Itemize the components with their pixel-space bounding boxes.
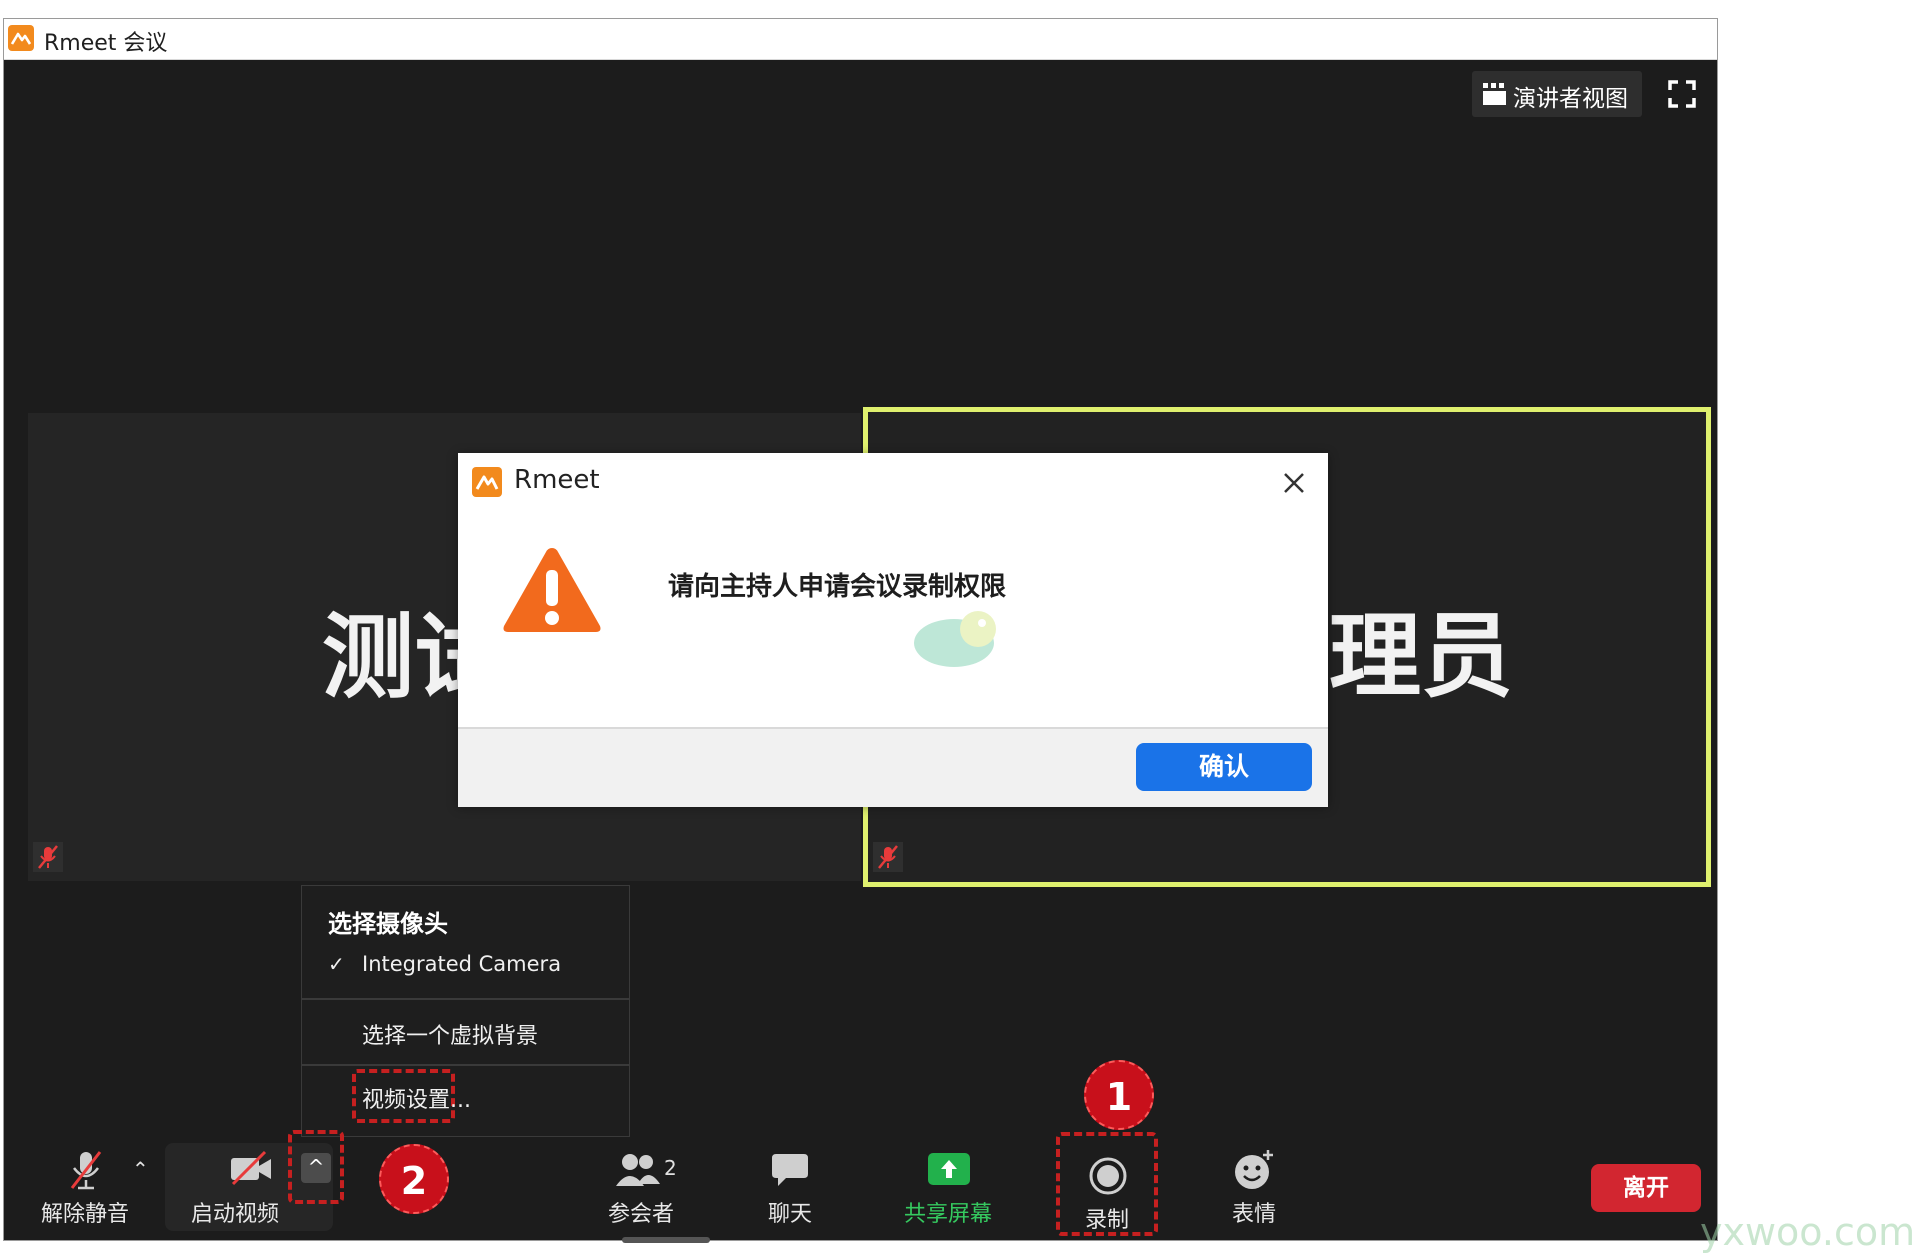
video-settings-label: 视频设置... [362,1088,471,1113]
speaker-view-button[interactable]: 演讲者视图 [1472,71,1642,117]
menu-item-integrated-camera[interactable]: Integrated Camera [362,952,561,976]
chat-label: 聊天 [767,1202,812,1227]
annotation-badge-1: 1 [1084,1060,1154,1130]
window-title: Rmeet 会议 [44,31,168,56]
muted-mic-icon [33,842,63,872]
chevron-up-icon: ^ [301,1153,331,1183]
participants-label: 参会者 [607,1202,674,1227]
record-icon [1089,1157,1127,1195]
menu-divider [302,998,629,1000]
chat-button[interactable]: 聊天 [750,1148,830,1228]
share-screen-label: 共享屏幕 [903,1202,992,1227]
grid-view-icon [1483,83,1506,105]
audio-options-caret-icon[interactable]: ⌃ [132,1157,149,1181]
muted-mic-icon [70,1151,102,1190]
toolbar-scroll-indicator [622,1237,710,1243]
reactions-label: 表情 [1231,1202,1276,1227]
video-options-caret-button[interactable]: ^ [288,1130,344,1204]
record-label: 录制 [1084,1208,1129,1233]
close-icon [1284,473,1304,493]
snail-watermark-icon [914,611,996,667]
warning-icon [503,548,601,632]
video-off-icon [231,1150,271,1186]
menu-divider [302,1064,629,1066]
annotation-badge-2: 2 [379,1144,449,1214]
confirm-button[interactable]: 确认 [1136,743,1312,791]
rmeet-logo-icon [8,25,34,51]
menu-item-virtual-background[interactable]: 选择一个虚拟背景 [362,1018,538,1050]
check-icon: ✓ [328,952,345,976]
record-permission-dialog: Rmeet 请向主持人申请会议录制权限 确认 [458,453,1328,807]
muted-mic-icon [873,842,903,872]
record-button[interactable]: 录制 [1056,1132,1158,1236]
site-watermark: yxwoo.com [1700,1210,1916,1254]
share-screen-button[interactable]: 共享屏幕 [893,1148,1003,1228]
rmeet-logo-icon [472,467,502,497]
title-bar: Rmeet 会议 [4,19,1717,60]
unmute-button[interactable]: 解除静音 [30,1148,140,1228]
dialog-close-button[interactable] [1276,465,1312,501]
emoji-reaction-icon [1235,1150,1273,1189]
reactions-button[interactable]: 表情 [1214,1148,1294,1228]
participants-icon [616,1154,660,1186]
participants-count: 2 [664,1156,677,1180]
unmute-label: 解除静音 [40,1202,129,1227]
menu-item-video-settings[interactable]: 视频设置... [352,1069,471,1123]
dialog-title: Rmeet [514,465,600,495]
menu-heading: 选择摄像头 [328,910,448,938]
leave-button[interactable]: 离开 [1591,1164,1701,1212]
start-video-label: 启动视频 [190,1202,279,1227]
fullscreen-button[interactable] [1664,76,1700,112]
participant-name-right: 理员 [1329,603,1514,710]
speaker-view-label: 演讲者视图 [1513,86,1628,112]
fullscreen-icon [1668,80,1696,108]
camera-menu: 选择摄像头 ✓ Integrated Camera 选择一个虚拟背景 视频设置.… [301,885,630,1137]
share-screen-icon [928,1153,970,1185]
participants-button[interactable]: 2 参会者 [596,1148,686,1228]
chat-bubble-icon [772,1154,808,1186]
dialog-footer: 确认 [458,727,1328,807]
